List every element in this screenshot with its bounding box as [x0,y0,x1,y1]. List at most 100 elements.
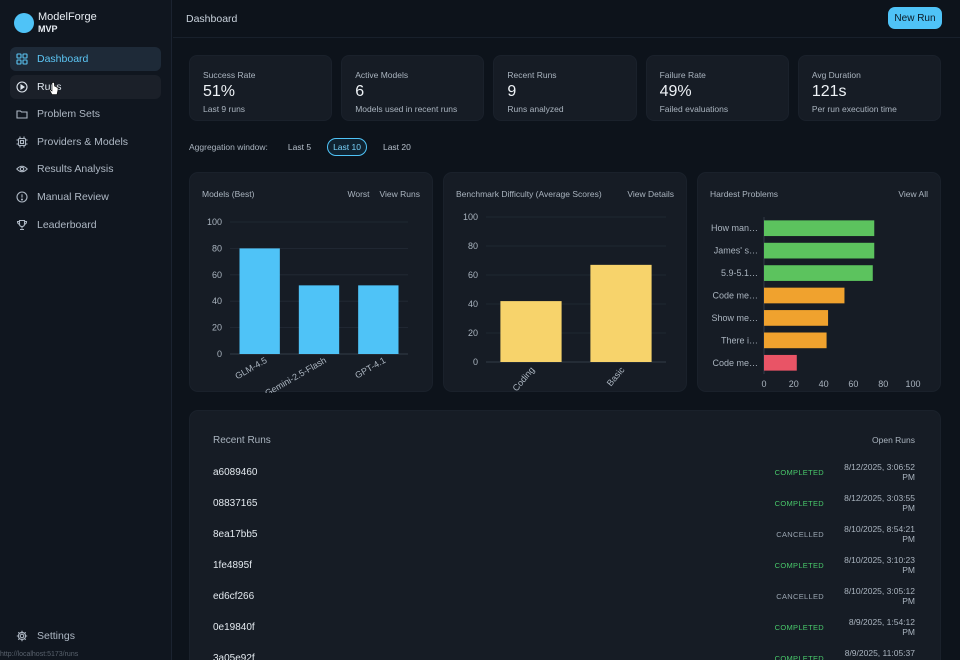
aggregation-option-last-5[interactable]: Last 5 [282,138,317,156]
x-tick-label: Basic [605,364,627,388]
sidebar-nav: Dashboard Runs Problem Sets Providers & … [10,47,161,240]
gear-icon [16,630,28,642]
stat-card-failure-rate: Failure Rate 49% Failed evaluations [645,55,789,121]
run-id: 08837165 [213,497,258,509]
run-row[interactable]: 1fe4895f COMPLETED 8/10/2025, 3:10:23 PM [213,555,915,575]
stat-value: 9 [507,83,517,100]
benchmark-difficulty-chart: 0 20 40 60 80 100 Coding Basic [463,212,666,393]
x-tick-label: 0 [761,379,766,389]
sidebar-item-label: Leaderboard [37,218,97,231]
sidebar-item-providers-models[interactable]: Providers & Models [10,130,161,154]
x-tick-label: 60 [848,379,858,389]
stat-subtitle: Failed evaluations [659,104,729,114]
status-badge: COMPLETED [774,622,824,632]
run-row[interactable]: ed6cf266 CANCELLED 8/10/2025, 3:05:12 PM [213,586,915,606]
y-tick-label: 60 [212,270,222,280]
run-timestamp: 8/12/2025, 3:03:55 PM [844,493,915,513]
run-timestamp: 8/10/2025, 3:05:12 PM [844,586,915,606]
hardest-problems-chart: 0 20 40 60 80 100 How man… James' s… 5.9-5.1… Cod… [711,217,921,389]
stat-label: Success Rate [203,70,256,80]
y-tick-label: 20 [212,323,222,333]
new-run-button[interactable]: New Run [888,7,942,29]
stat-value: 49% [659,83,692,100]
x-tick-label: GPT-4.1 [353,355,387,380]
run-row[interactable]: 8ea17bb5 CANCELLED 8/10/2025, 8:54:21 PM [213,524,915,544]
stat-card-active-models: Active Models 6 Models used in recent ru… [341,55,485,121]
folder-icon [16,108,28,120]
y-tick-label: Code me… [712,291,758,301]
aggregation-option-last-10[interactable]: Last 10 [327,138,367,156]
sidebar-item-manual-review[interactable]: Manual Review [10,185,161,209]
aggregation-label: Aggregation window: [189,142,268,152]
y-tick-label: Show me… [711,313,758,323]
status-badge: COMPLETED [774,653,824,660]
sidebar-item-dashboard[interactable]: Dashboard [10,47,161,71]
run-id: 3a05e92f [213,652,255,660]
aggregation-option-last-20[interactable]: Last 20 [377,138,417,156]
open-runs-link[interactable]: Open Runs [872,435,915,445]
mouse-cursor-icon [49,82,59,95]
run-row[interactable]: a6089460 COMPLETED 8/12/2025, 3:06:52 PM [213,462,915,482]
view-runs-link[interactable]: View Runs [380,189,420,199]
stat-subtitle: Runs analyzed [507,104,564,114]
stat-label: Active Models [355,70,409,80]
x-tick-label: 40 [819,379,829,389]
x-tick-label: 80 [878,379,888,389]
run-id: 1fe4895f [213,559,252,571]
bar [239,248,280,354]
view-details-link[interactable]: View Details [627,189,674,199]
y-tick-label: 80 [212,243,222,253]
page-title: Dashboard [186,13,238,25]
x-tick-label: GLM-4.5 [233,355,268,381]
run-row[interactable]: 3a05e92f COMPLETED 8/9/2025, 11:05:37 AM [213,648,915,660]
stat-card-recent-runs: Recent Runs 9 Runs analyzed [493,55,637,121]
sidebar: ModelForge MVP Dashboard Runs Problem Se… [0,0,172,660]
alert-circle-icon [16,191,28,203]
stat-card-success-rate: Success Rate 51% Last 9 runs [189,55,333,121]
sidebar-item-runs[interactable]: Runs [10,74,161,99]
run-timestamp: 8/12/2025, 3:06:52 PM [844,462,915,482]
benchmark-difficulty-card: 0 20 40 60 80 100 Coding Basic Benchmark Diffic… [443,172,687,393]
y-tick-label: 60 [468,270,478,280]
bar [764,265,873,281]
stat-value: 51% [203,83,236,100]
bar [764,220,875,237]
sidebar-item-label: Manual Review [37,190,109,203]
card-title: Benchmark Difficulty (Average Scores) [456,189,602,199]
worst-link[interactable]: Worst [347,189,369,199]
stat-value: 121s [811,83,847,100]
y-tick-label: 80 [468,241,478,251]
aggregation-window: Aggregation window: Last 5 Last 10 Last … [189,138,417,156]
models-best-chart: 0 20 40 60 80 100 GLM-4.5Gemini-2.5-Flash GPT-4… [207,217,408,393]
stat-subtitle: Per run execution time [811,104,897,114]
sidebar-item-problem-sets[interactable]: Problem Sets [10,102,161,126]
brand[interactable]: ModelForge MVP [14,11,97,35]
app-name: ModelForge [38,11,97,23]
run-row[interactable]: 0e19840f COMPLETED 8/9/2025, 1:54:12 PM [213,617,915,637]
run-timestamp: 8/9/2025, 11:05:37 AM [844,648,915,660]
bar [764,242,875,259]
logo-icon [14,13,34,33]
sidebar-item-results-analysis[interactable]: Results Analysis [10,157,161,181]
y-tick-label: 0 [473,357,478,367]
bar [358,285,399,354]
status-badge: CANCELLED [776,591,824,601]
y-tick-label: 5.9-5.1… [721,268,758,278]
sidebar-item-settings[interactable]: Settings [16,630,75,642]
stat-value: 6 [355,83,365,100]
run-row[interactable]: 08837165 COMPLETED 8/12/2025, 3:03:55 PM [213,493,915,513]
sidebar-item-leaderboard[interactable]: Leaderboard [10,213,161,237]
y-tick-label: 20 [468,328,478,338]
card-title: Models (Best) [202,189,255,199]
y-tick-label: 100 [463,212,478,222]
app-badge: MVP [38,24,58,34]
run-id: 0e19840f [213,621,255,633]
y-tick-label: James' s… [714,246,758,256]
grid-icon [16,53,28,65]
y-tick-label: 40 [212,296,222,306]
bar [764,287,845,304]
view-all-link[interactable]: View All [898,189,928,199]
stat-label: Failure Rate [659,70,706,80]
x-tick-label: Coding [511,365,537,393]
stats-row: Success Rate 51% Last 9 runs Active Mode… [189,55,942,121]
